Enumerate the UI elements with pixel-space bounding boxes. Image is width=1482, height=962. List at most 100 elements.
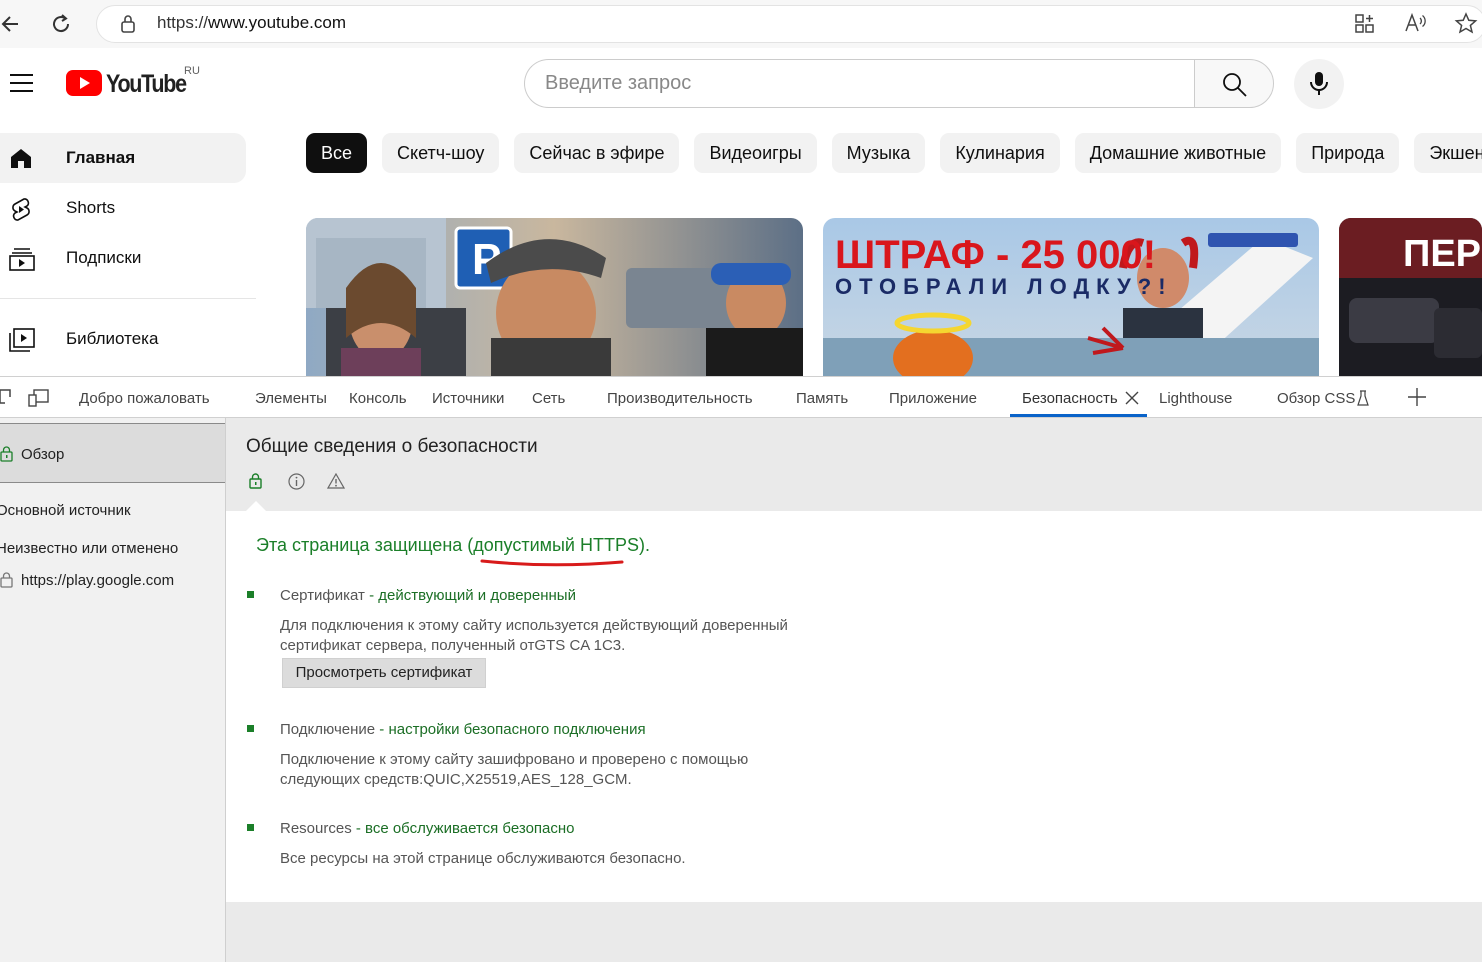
hamburger-menu-icon[interactable]	[10, 73, 34, 93]
back-icon[interactable]	[0, 12, 20, 36]
resources-description: Все ресурсы на этой странице обслуживают…	[280, 850, 686, 867]
sidebar-item-home[interactable]: Главная	[0, 133, 246, 183]
sidebar-item-overview[interactable]: Обзор	[0, 423, 225, 483]
tab-lighthouse[interactable]: Lighthouse	[1159, 390, 1232, 407]
certificate-description: Для подключения к этому сайту использует…	[280, 617, 788, 654]
connection-title: Подключение - настройки безопасного подк…	[280, 721, 646, 738]
chip[interactable]: Сейчас в эфире	[514, 133, 680, 173]
lock-icon	[0, 446, 14, 462]
tab-network[interactable]: Сеть	[532, 390, 565, 407]
tab-performance[interactable]: Производительность	[607, 390, 753, 407]
chip[interactable]: Экшен и	[1414, 133, 1482, 173]
security-sidebar: Обзор Основной источник Неизвестно или о…	[0, 418, 226, 962]
address-url[interactable]: https://www.youtube.com	[157, 13, 346, 33]
sidebar-item-library[interactable]: Библиотека	[0, 314, 246, 364]
tab-application[interactable]: Приложение	[889, 390, 977, 407]
thumbnail-image-parking: P	[306, 218, 803, 376]
active-tab-indicator	[1010, 414, 1147, 417]
tab-elements[interactable]: Элементы	[255, 390, 327, 407]
device-emulation-icon[interactable]	[28, 389, 50, 407]
status-bullet	[247, 725, 254, 732]
search-button[interactable]	[1194, 59, 1274, 108]
add-tab-icon[interactable]	[1408, 388, 1426, 406]
youtube-logo-icon[interactable]	[66, 70, 102, 96]
sidebar-item-shorts[interactable]: Shorts	[0, 183, 246, 233]
chip[interactable]: Кулинария	[940, 133, 1060, 173]
shorts-icon	[8, 196, 34, 222]
tab-sources[interactable]: Источники	[432, 390, 504, 407]
certificate-title: Сертификат - действующий и доверенный	[280, 587, 576, 604]
experimental-flask-icon	[1357, 390, 1369, 406]
resources-status: - все обслуживается безопасно	[351, 820, 575, 837]
tab-memory[interactable]: Память	[796, 390, 848, 407]
status-bullet	[247, 824, 254, 831]
chip[interactable]: Домашние животные	[1074, 133, 1282, 173]
tab-console[interactable]: Консоль	[349, 390, 407, 407]
resources-label: Resources	[280, 820, 352, 837]
resources-title: Resources - все обслуживается безопасно	[280, 820, 575, 837]
unknown-origins-header: Неизвестно или отменено	[0, 540, 179, 557]
home-icon	[8, 146, 34, 170]
voice-search-button[interactable]	[1294, 59, 1344, 109]
tab-welcome[interactable]: Добро пожаловать	[79, 390, 210, 407]
warning-icon	[327, 473, 345, 489]
subscriptions-icon	[8, 246, 36, 272]
microphone-icon	[1309, 71, 1329, 97]
favorite-star-icon[interactable]	[1454, 12, 1478, 34]
info-icon	[288, 473, 305, 490]
connection-status: - настройки безопасного подключения	[375, 721, 646, 738]
chip[interactable]: Видеоигры	[694, 133, 817, 173]
connection-label: Подключение	[280, 721, 376, 738]
thumbnail-image-fine: ШТРАФ - 25 000! ОТОБРАЛИ ЛОДКУ?!	[823, 218, 1319, 376]
thumbnail-headline: ПЕР	[1403, 233, 1481, 275]
view-certificate-button[interactable]: Просмотреть сертификат	[282, 658, 486, 688]
certificate-status: - действующий и доверенный	[364, 587, 576, 604]
status-bullet	[247, 591, 254, 598]
panel-title: Общие сведения о безопасности	[246, 436, 538, 457]
certificate-label: Сертификат	[280, 587, 365, 604]
search-input[interactable]	[545, 60, 1185, 107]
library-icon	[8, 327, 36, 353]
secure-lock-icon	[249, 473, 263, 489]
sidebar-item-label: Shorts	[66, 198, 116, 217]
connection-description: Подключение к этому сайту зашифровано и …	[280, 751, 749, 788]
main-origin-header[interactable]: Основной источник	[0, 502, 131, 519]
chip-all[interactable]: Все	[306, 133, 368, 173]
thumbnail-headline: ШТРАФ - 25 000!	[835, 233, 1156, 277]
search-icon	[1222, 72, 1248, 98]
security-summary-header: Общие сведения о безопасности	[226, 418, 1482, 511]
reload-icon[interactable]	[49, 12, 73, 36]
tab-security[interactable]: Безопасность	[1022, 390, 1118, 407]
chip[interactable]: Скетч-шоу	[382, 133, 500, 173]
red-underline-annotation	[480, 558, 625, 568]
thumbnail-subheadline: ОТОБРАЛИ ЛОДКУ?!	[835, 274, 1173, 299]
browser-toolbar: https://www.youtube.com	[0, 0, 1482, 48]
read-aloud-icon[interactable]	[1404, 12, 1428, 34]
panel-footer-area	[226, 902, 1482, 962]
tab-css-overview[interactable]: Обзор CSS	[1277, 390, 1355, 407]
app-available-icon[interactable]	[1354, 13, 1376, 35]
sidebar-divider	[0, 298, 256, 299]
sidebar-item-subscriptions[interactable]: Подписки	[0, 233, 246, 283]
category-chips-bar: Все Скетч-шоу Сейчас в эфире Видеоигры М…	[306, 133, 1482, 173]
video-thumbnail[interactable]: P	[306, 218, 803, 376]
origin-item[interactable]: https://play.google.com	[21, 572, 174, 589]
search-box	[524, 59, 1195, 108]
inspect-element-icon[interactable]	[0, 389, 12, 407]
chip[interactable]: Музыка	[831, 133, 926, 173]
video-thumbnail[interactable]: ШТРАФ - 25 000! ОТОБРАЛИ ЛОДКУ?!	[823, 218, 1319, 376]
sidebar-item-label: Главная	[66, 148, 136, 167]
region-code: RU	[184, 65, 200, 77]
security-details: Эта страница защищена (допустимый HTTPS)…	[226, 511, 1482, 902]
devtools-tab-bar: Добро пожаловать Элементы Консоль Источн…	[0, 376, 1482, 418]
selected-indicator-triangle	[246, 501, 266, 511]
security-summary-text: Эта страница защищена (допустимый HTTPS)…	[256, 535, 650, 555]
youtube-logo-text[interactable]: YouTube	[106, 70, 187, 99]
close-tab-icon[interactable]	[1125, 391, 1139, 405]
unlock-icon	[0, 572, 14, 588]
video-thumbnail[interactable]: ПЕР	[1339, 218, 1482, 376]
chip[interactable]: Природа	[1296, 133, 1400, 173]
lock-icon[interactable]	[120, 14, 136, 34]
overview-label: Обзор	[21, 446, 65, 463]
sidebar-item-label: Библиотека	[66, 329, 159, 348]
